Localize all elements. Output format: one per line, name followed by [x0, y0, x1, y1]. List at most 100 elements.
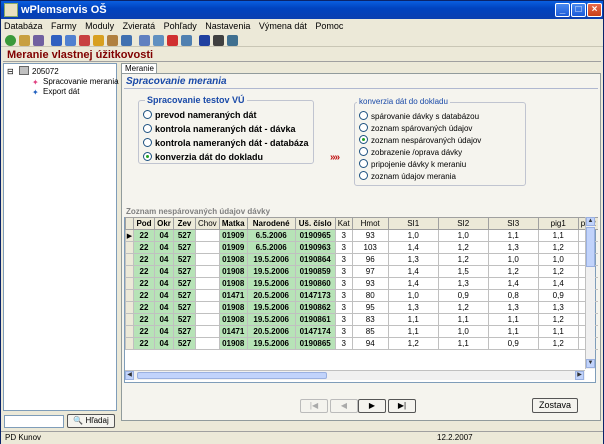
table-cell[interactable]: 1,1 — [537, 325, 579, 338]
save-icon[interactable] — [199, 35, 210, 46]
row-indicator[interactable] — [125, 289, 134, 302]
row-indicator[interactable] — [125, 241, 134, 254]
table-cell[interactable] — [195, 253, 220, 266]
table-cell[interactable]: 01471 — [218, 289, 248, 302]
table-cell[interactable]: 6.5.2006 — [246, 229, 296, 242]
table-row[interactable]: 22 04 527 01909 6.5.2006 0190963 3 103 1,4 1,2 1,3… — [125, 241, 598, 254]
table-cell[interactable]: 97 — [351, 265, 389, 278]
table-row[interactable]: 22 04 527 01908 19.5.2006 0190861 3 83 1,1 1,1 1,1… — [125, 313, 598, 326]
table-cell[interactable]: 04 — [154, 301, 174, 314]
tree-item-spracovanie[interactable]: Spracovanie merania — [43, 77, 119, 86]
row-indicator[interactable] — [125, 277, 134, 290]
table-cell[interactable]: 04 — [154, 337, 174, 350]
table-cell[interactable]: 01908 — [218, 301, 248, 314]
delete-icon[interactable] — [167, 35, 178, 46]
table-cell[interactable]: 04 — [154, 289, 174, 302]
table-cell[interactable]: 527 — [173, 337, 196, 350]
column-header[interactable]: SI1 — [387, 217, 439, 230]
chart-icon[interactable] — [51, 35, 62, 46]
table-cell[interactable] — [195, 301, 220, 314]
table-row[interactable]: 22 04 527 01908 19.5.2006 0190864 3 96 1,3 1,2 1,0… — [125, 253, 598, 266]
table-cell[interactable]: 1,3 — [387, 253, 439, 266]
table-cell[interactable]: 527 — [173, 253, 196, 266]
table-cell[interactable]: 3 — [334, 229, 353, 242]
table-cell[interactable]: 0190861 — [294, 313, 336, 326]
table-cell[interactable]: 0147174 — [294, 325, 336, 338]
table-cell[interactable]: 22 — [133, 277, 155, 290]
nav-next-button[interactable]: ▶ — [358, 399, 386, 413]
table-cell[interactable]: 527 — [173, 265, 196, 278]
search-button[interactable]: 🔍 Hľadaj — [67, 414, 115, 428]
table-cell[interactable]: 1,0 — [487, 253, 539, 266]
row-indicator[interactable] — [125, 325, 134, 338]
table-cell[interactable]: 3 — [334, 253, 353, 266]
table-cell[interactable]: 0190860 — [294, 277, 336, 290]
current-row-icon[interactable]: ▶ — [125, 229, 134, 242]
table-cell[interactable]: 1,2 — [537, 337, 579, 350]
folder-icon[interactable] — [107, 35, 118, 46]
table-cell[interactable]: 01909 — [218, 241, 248, 254]
table-cell[interactable]: 01908 — [218, 265, 248, 278]
table-cell[interactable]: 1,0 — [437, 229, 489, 242]
table-row[interactable]: ▶ 22 04 527 01909 6.5.2006 0190965 3 93 1,0 1,0 1,1… — [125, 229, 598, 242]
column-header[interactable]: Pod — [133, 217, 155, 230]
option-nesparovane[interactable]: zoznam nespárovaných údajov — [359, 135, 481, 146]
table-cell[interactable]: 0,8 — [487, 289, 539, 302]
column-header[interactable]: SI2 — [437, 217, 489, 230]
table-cell[interactable]: 3 — [334, 301, 353, 314]
nav-first-button[interactable]: |◀ — [300, 399, 328, 413]
table-cell[interactable]: 22 — [133, 265, 155, 278]
table-cell[interactable]: 527 — [173, 313, 196, 326]
table-cell[interactable] — [195, 313, 220, 326]
table-cell[interactable]: 3 — [334, 265, 353, 278]
table-cell[interactable]: 1,2 — [437, 301, 489, 314]
column-header[interactable]: Uš. číslo — [294, 217, 336, 230]
table-cell[interactable]: 1,2 — [437, 241, 489, 254]
table-cell[interactable]: 1,1 — [487, 229, 539, 242]
table-cell[interactable]: 22 — [133, 301, 155, 314]
table-cell[interactable]: 22 — [133, 253, 155, 266]
list-icon[interactable] — [139, 35, 150, 46]
row-indicator[interactable] — [125, 265, 134, 278]
table-cell[interactable]: 04 — [154, 241, 174, 254]
table-cell[interactable]: 01908 — [218, 253, 248, 266]
table-cell[interactable]: 85 — [351, 325, 389, 338]
table-cell[interactable]: 1,1 — [437, 337, 489, 350]
table-cell[interactable]: 0190963 — [294, 241, 336, 254]
table-cell[interactable]: 19.5.2006 — [246, 337, 296, 350]
row-indicator[interactable] — [125, 313, 134, 326]
table-cell[interactable]: 1,0 — [387, 229, 439, 242]
table-cell[interactable]: 1,1 — [487, 313, 539, 326]
calendar-icon[interactable] — [33, 35, 44, 46]
column-header[interactable]: Chov — [195, 217, 220, 230]
table-cell[interactable]: 1,0 — [537, 253, 579, 266]
table-cell[interactable]: 1,3 — [537, 301, 579, 314]
table-cell[interactable]: 19.5.2006 — [246, 301, 296, 314]
table-cell[interactable]: 1,2 — [537, 313, 579, 326]
nav-prev-button[interactable]: ◀ — [330, 399, 358, 413]
table-cell[interactable]: 1,4 — [537, 277, 579, 290]
table-cell[interactable]: 3 — [334, 289, 353, 302]
table-cell[interactable]: 0,9 — [537, 289, 579, 302]
table-cell[interactable]: 0190862 — [294, 301, 336, 314]
table-cell[interactable]: 3 — [334, 277, 353, 290]
option-sparovane[interactable]: zoznam spárovaných údajov — [359, 123, 472, 134]
option-prevod[interactable]: prevod nameraných dát — [143, 110, 257, 120]
table-cell[interactable]: 01909 — [218, 229, 248, 242]
table-cell[interactable]: 04 — [154, 253, 174, 266]
table-cell[interactable]: 3 — [334, 337, 353, 350]
table-cell[interactable]: 527 — [173, 325, 196, 338]
column-header[interactable]: Narodené — [246, 217, 296, 230]
table-cell[interactable]: 0190859 — [294, 265, 336, 278]
table-cell[interactable] — [195, 325, 220, 338]
menu-pohlady[interactable]: Pohľady — [161, 19, 200, 33]
zostava-button[interactable]: Zostava — [532, 398, 578, 413]
horizontal-scroll-thumb[interactable] — [137, 372, 327, 379]
vertical-scrollbar[interactable]: ▲ ▼ — [585, 217, 595, 369]
table-cell[interactable]: 04 — [154, 265, 174, 278]
row-indicator[interactable] — [125, 301, 134, 314]
table-cell[interactable]: 95 — [351, 301, 389, 314]
table-cell[interactable]: 0190965 — [294, 229, 336, 242]
table-cell[interactable] — [195, 337, 220, 350]
tree-expander-icon[interactable]: ⊟ — [7, 67, 14, 76]
